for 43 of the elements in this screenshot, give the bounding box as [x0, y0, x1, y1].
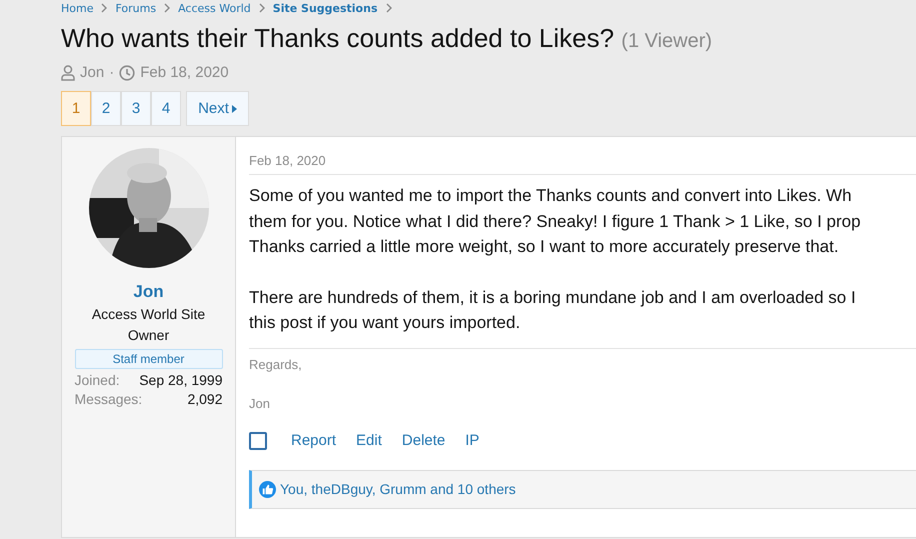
breadcrumb-link[interactable]: Access World — [178, 2, 251, 14]
page-button[interactable]: 2 — [91, 91, 121, 126]
thread-title: Who wants their Thanks counts added to Likes? — [61, 23, 614, 53]
post-text-line: Some of you wanted me to import the Thanks counts and convert into Likes. Wh — [249, 185, 853, 207]
select-checkbox[interactable] — [249, 432, 267, 450]
stat-label: Joined: — [74, 372, 120, 388]
post-text-line: them for you. Notice what I did there? Sneaky! I figure 1 Thank > 1 Like, so I prop — [249, 210, 862, 232]
stat-label: Messages: — [74, 391, 142, 407]
signature-text: Jon — [249, 396, 271, 412]
breadcrumb-link[interactable]: Home — [61, 2, 94, 14]
separator-dot: · — [109, 64, 114, 81]
caret-icon — [232, 104, 237, 112]
post-text-line: Thanks carried a little more weight, so I want to more accurately preserve that. — [249, 236, 840, 258]
signature-text: Regards, — [249, 356, 303, 374]
action-link[interactable]: Delete — [402, 432, 446, 449]
breadcrumb-link[interactable]: Site Suggestions — [272, 2, 378, 14]
chevron-icon — [101, 3, 108, 13]
like-icon — [259, 480, 276, 498]
clock-icon — [119, 64, 136, 80]
action-link[interactable]: Edit — [356, 432, 382, 449]
author-link[interactable]: Jon — [80, 64, 104, 81]
thread-date: Feb 18, 2020 — [140, 64, 229, 81]
user-icon — [61, 64, 75, 80]
user-title: Access World Site Owner — [90, 305, 206, 345]
username-link[interactable]: Jon — [133, 282, 164, 302]
staff-badge: Staff member — [74, 349, 222, 369]
chevron-icon — [258, 3, 265, 13]
viewer-count: (1 Viewer) — [621, 30, 712, 52]
next-button[interactable]: Next — [186, 91, 249, 126]
breadcrumb-link[interactable]: Forums — [115, 2, 156, 14]
post-text-line: this post if you want yours imported. — [249, 312, 522, 334]
action-link[interactable]: IP — [465, 432, 480, 449]
stat-value: 2,092 — [187, 391, 222, 407]
post-date: Feb 18, 2020 — [249, 137, 916, 175]
stat-value: Sep 28, 1999 — [139, 372, 222, 388]
chevron-icon — [164, 3, 170, 13]
post-text-line: There are hundreds of them, it is a boring mundane job and I am overloaded so I — [249, 286, 857, 308]
page-button[interactable]: 1 — [61, 91, 91, 126]
page-button[interactable]: 3 — [121, 91, 151, 126]
page-button[interactable]: 4 — [151, 91, 181, 126]
reactions-link[interactable]: You, theDBguy, Grumm and 10 others — [280, 481, 516, 497]
action-link[interactable]: Report — [291, 432, 336, 449]
chevron-icon — [386, 3, 392, 13]
